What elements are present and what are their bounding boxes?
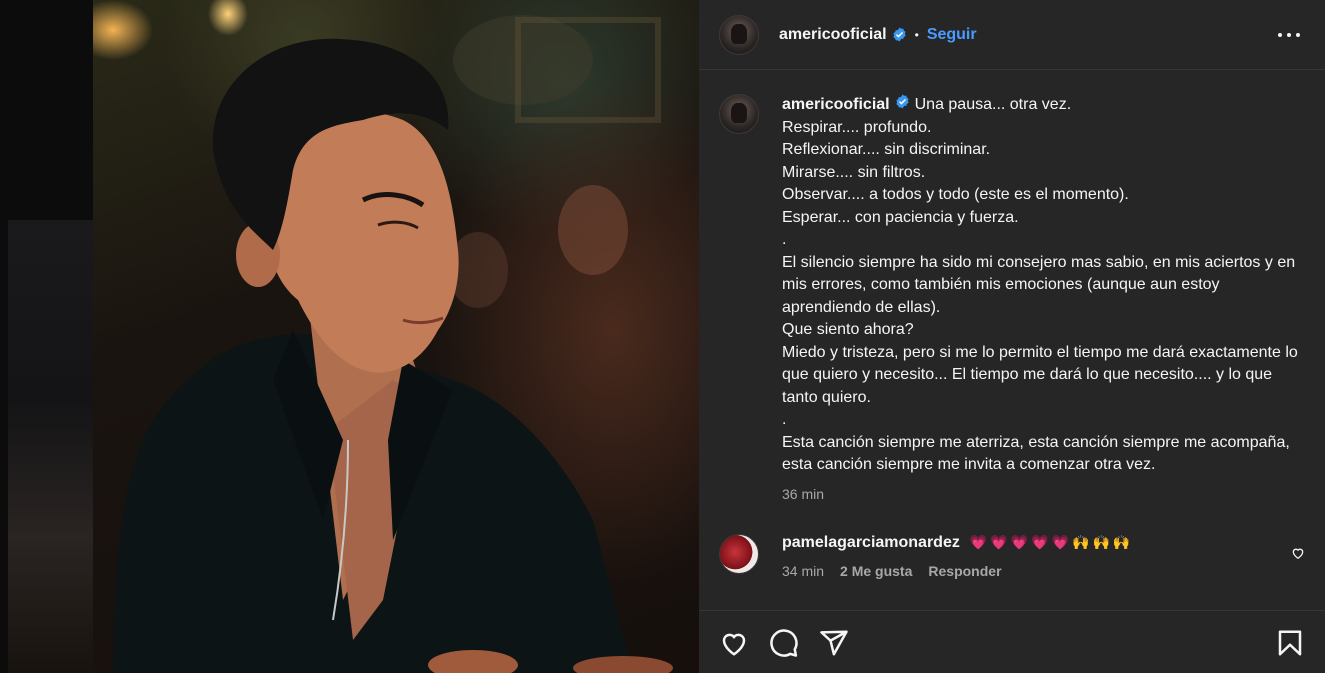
comment-text: 💗💗💗💗💗🙌🙌🙌 [970,535,1133,551]
caption-line: Reflexionar.... sin discriminar. [782,141,991,158]
post-side-panel: americooficial • Seguir americooficial U [699,0,1325,673]
author-avatar[interactable] [719,14,759,55]
post-timestamp[interactable]: 36 min [782,483,1302,506]
caption-line: Observar.... a todos y todo (este es el … [782,186,1129,203]
caption-line: Que siento ahora? [782,321,914,338]
verified-badge-icon [896,94,909,109]
caption-line: . [782,411,787,428]
caption-author-avatar[interactable] [719,94,759,134]
caption-text: americooficial Una pausa... otra vez. Re… [782,94,1302,505]
follow-button[interactable]: Seguir [927,26,977,44]
commenter-username[interactable]: pamelagarciamonardez [782,534,960,552]
comment-hands-emoji: 🙌🙌🙌 [1072,535,1134,551]
caption-username[interactable]: americooficial [782,94,890,117]
post-action-bar [699,610,1325,673]
reply-button[interactable]: Responder [928,563,1001,579]
more-options-icon[interactable] [1277,26,1301,44]
caption-first-line: americooficial Una pausa... otra vez. [782,94,1302,117]
portrait-illustration [113,15,673,673]
comment-item: pamelagarciamonardez 💗💗💗💗💗🙌🙌🙌 34 min 2 M… [719,534,1309,579]
caption-line: Respirar.... profundo. [782,118,932,136]
caption-line: Esperar... con paciencia y fuerza. [782,208,1019,226]
comment-hearts-emoji: 💗💗💗💗💗 [969,535,1073,551]
caption-line: Mirarse.... sin filtros. [782,163,926,181]
previous-post-edge[interactable] [8,220,93,673]
separator-dot: • [914,27,919,42]
post-header: americooficial • Seguir [699,0,1325,70]
caption-line: . [782,231,787,248]
caption-line: Miedo y tristeza, pero si me lo permito … [782,343,1303,406]
bookmark-icon[interactable] [1275,628,1305,658]
comment-icon[interactable] [769,628,799,658]
small-heart-icon[interactable] [1291,546,1305,560]
post-caption: americooficial Una pausa... otra vez. Re… [719,94,1309,505]
caption-line: Una pausa... otra vez. [914,96,1072,113]
caption-line: El silencio siempre ha sido mi consejero… [782,253,1300,316]
verified-badge-icon [893,27,906,42]
post-photo[interactable] [93,0,699,673]
commenter-avatar[interactable] [719,534,759,574]
heart-icon[interactable] [719,628,749,658]
comment-timestamp[interactable]: 34 min [782,563,824,579]
author-username[interactable]: americooficial [779,26,887,44]
share-icon[interactable] [819,628,849,658]
comment-likes-link[interactable]: 2 Me gusta [840,563,912,579]
caption-line: Esta canción siempre me aterriza, esta c… [782,433,1295,474]
